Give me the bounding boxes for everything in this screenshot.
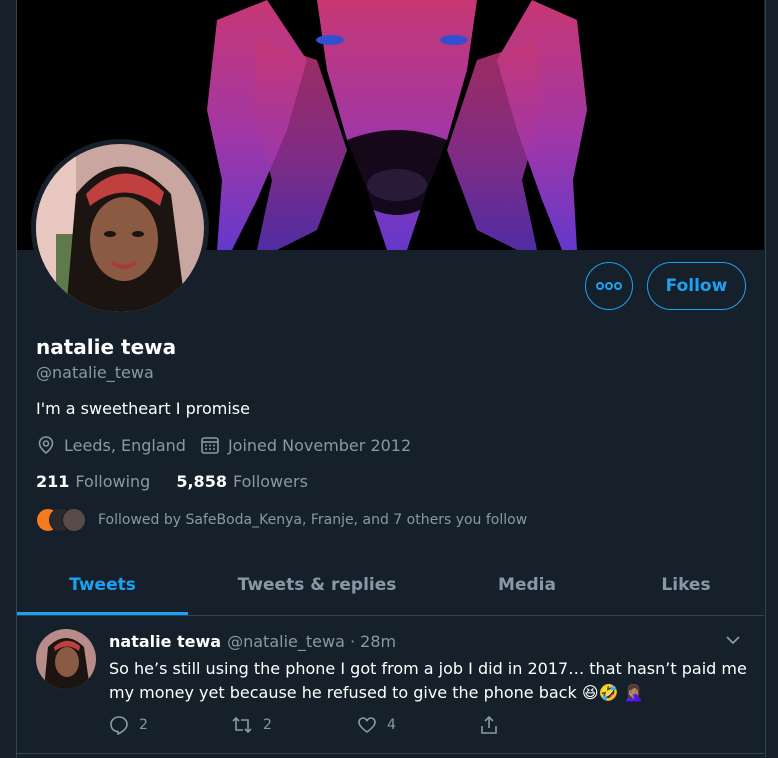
following-count: 211: [36, 472, 70, 491]
location-icon: [36, 435, 56, 455]
reply-count: 2: [139, 717, 148, 733]
tab-tweets-replies[interactable]: Tweets & replies: [188, 555, 446, 615]
followed-by-avatars: [36, 508, 86, 532]
profile-avatar[interactable]: [31, 139, 209, 317]
profile-tabs: Tweets Tweets & replies Media Likes: [17, 555, 764, 616]
retweet-icon: [232, 716, 252, 734]
tweet[interactable]: natalie tewa @natalie_tewa · 28m So he’s …: [17, 616, 764, 754]
share-button[interactable]: [479, 715, 499, 735]
profile-meta: Leeds, England Joined November 2012: [36, 435, 425, 455]
profile-name: natalie tewa: [36, 335, 177, 359]
tweet-body: So he’s still using the phone I got from…: [109, 659, 747, 702]
reply-icon: [110, 716, 128, 735]
tweet-text: So he’s still using the phone I got from…: [109, 657, 749, 705]
tweet-emojis: 😆🤣 🤦🏽‍♀️: [581, 683, 644, 702]
followers-label: Followers: [232, 472, 308, 491]
reply-button[interactable]: 2: [109, 715, 231, 735]
profile-bio: I'm a sweetheart I promise: [36, 399, 250, 418]
follow-button[interactable]: Follow: [647, 262, 746, 310]
profile-handle: @natalie_tewa: [36, 363, 154, 382]
following-label: Following: [75, 472, 151, 491]
tab-likes[interactable]: Likes: [608, 555, 764, 615]
retweet-count: 2: [263, 717, 272, 733]
mini-avatar: [62, 508, 86, 532]
followers-count: 5,858: [176, 472, 227, 491]
followed-by-text: Followed by SafeBoda_Kenya, Franje, and …: [98, 512, 528, 528]
tweet-avatar[interactable]: [36, 629, 96, 689]
more-button[interactable]: [585, 262, 633, 310]
tweet-meta: @natalie_tewa · 28m: [227, 632, 397, 651]
followed-by[interactable]: Followed by SafeBoda_Kenya, Franje, and …: [36, 508, 527, 532]
heart-icon: [358, 717, 376, 734]
share-icon: [481, 715, 497, 734]
tab-media[interactable]: Media: [446, 555, 608, 615]
profile-location: Leeds, England: [64, 435, 186, 455]
more-icon: [596, 282, 622, 290]
calendar-icon: [200, 435, 220, 455]
tab-tweets[interactable]: Tweets: [17, 555, 188, 615]
like-button[interactable]: 4: [357, 715, 479, 735]
tweet-actions: 2 2 4: [109, 715, 499, 735]
tweet-header: natalie tewa @natalie_tewa · 28m: [109, 632, 396, 651]
like-count: 4: [387, 717, 396, 733]
retweet-button[interactable]: 2: [231, 715, 357, 735]
profile-stats: 211 Following 5,858 Followers: [36, 472, 334, 491]
followers-link[interactable]: 5,858 Followers: [176, 472, 308, 491]
following-link[interactable]: 211 Following: [36, 472, 150, 491]
chevron-down-icon[interactable]: [725, 632, 741, 652]
profile-joined: Joined November 2012: [227, 435, 412, 455]
tweet-author[interactable]: natalie tewa: [109, 632, 221, 651]
